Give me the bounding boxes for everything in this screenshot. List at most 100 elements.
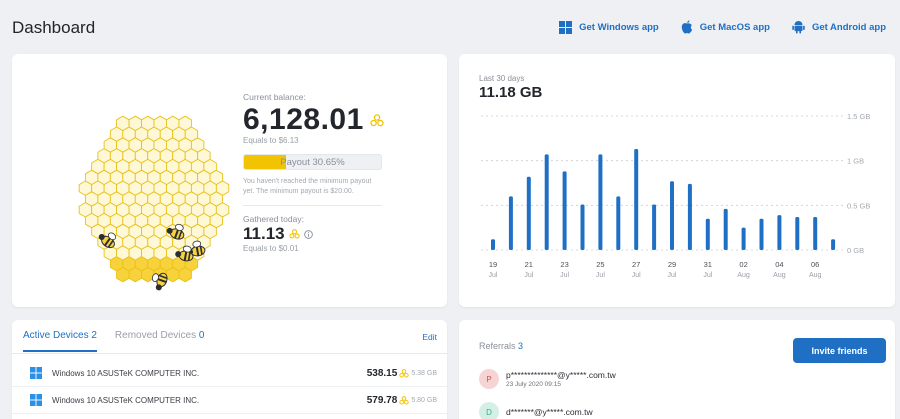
referrals-title-label: Referrals [479,341,516,351]
chart-bar[interactable] [777,215,782,250]
device-name: Windows 10 ASUSTeK COMPUTER INC. [52,395,200,405]
chart-bar[interactable] [616,196,621,250]
x-tick-label: 29 [668,260,676,269]
get-macos-app-label: Get MacOS app [699,21,770,33]
devices-card: Active Devices 2 Removed Devices 0 Edit … [12,320,447,419]
referrals-title: Referrals 3 [479,341,523,351]
device-traffic: 5.80 GB [399,395,437,405]
x-tick-label: 04 [775,260,783,269]
app-download-links: Get Windows app Get MacOS app Get Androi… [559,20,886,34]
x-tick-month-label: Jul [489,272,498,279]
chart-bar[interactable] [759,218,764,250]
tabs-divider [12,353,447,354]
current-balance-equals: Equals to $6.13 [243,136,299,145]
referral-row: D d*******@y*****.com.tw [479,402,593,419]
device-traffic-gb: 5.80 GB [411,396,437,404]
traffic-bar-chart: 1.5 GB 1 GB 0.5 GB 0 GB 19 Jul 21 Jul 23 Jul 25 Jul… [481,112,870,279]
y-tick-label: 0.5 GB [847,201,870,210]
gathered-today-value-row: 11.13 [243,224,403,244]
chart-bar[interactable] [580,204,585,250]
tab-active-devices[interactable]: Active Devices 2 [23,330,97,352]
tab-active-devices-label: Active Devices [23,330,89,341]
tab-removed-devices-count: 0 [198,330,205,341]
referral-info: p**************@y*****.com.tw 23 July 20… [506,370,616,388]
chart-bar[interactable] [544,154,549,250]
get-macos-app-link[interactable]: Get MacOS app [681,20,770,34]
chart-bar[interactable] [741,227,746,250]
x-tick-month-label: Jul [560,272,569,279]
x-tick-month-label: Jul [632,272,641,279]
windows-icon [559,20,573,34]
device-name: Windows 10 ASUSTeK COMPUTER INC. [52,368,200,378]
avatar: D [479,402,499,419]
traffic-chart-card: Last 30 days 11.18 GB 1.5 GB 1 GB 0.5 GB 0 … [459,54,895,307]
chart-bar[interactable] [813,216,818,250]
get-android-app-link[interactable]: Get Android app [792,20,886,34]
info-icon[interactable] [303,229,313,239]
x-tick-month-label: Aug [737,272,750,279]
device-row[interactable]: Windows 10 ASUSTeK COMPUTER INC. 538.15 … [12,360,447,387]
device-traffic-gb: 5.38 GB [411,369,437,377]
balance-divider [243,205,382,206]
referrals-card: Referrals 3 Invite friends P p**********… [459,320,895,419]
chart-bar[interactable] [652,204,657,250]
referral-info: d*******@y*****.com.tw [506,407,593,417]
honeycomb-cell [166,266,180,283]
x-tick-label: 06 [811,260,819,269]
x-tick-label: 23 [560,260,568,269]
chart-bar[interactable] [598,154,603,250]
device-row[interactable]: Windows 10 ASUSTeK COMPUTER INC. 579.78 … [12,387,447,414]
x-tick-label: 02 [739,260,747,269]
chart-bar[interactable] [723,208,728,250]
chart-bar[interactable] [634,149,639,250]
honey-coin-icon [399,395,409,405]
referral-row: P p**************@y*****.com.tw 23 July … [479,369,616,389]
chart-bar[interactable] [491,239,495,250]
payout-progress-label: Payout 30.65% [280,157,345,168]
chart-bar[interactable] [831,239,836,250]
y-tick-label: 0 GB [847,246,864,255]
edit-devices-link[interactable]: Edit [422,332,437,342]
x-tick-label: 31 [704,260,712,269]
tab-removed-devices[interactable]: Removed Devices 0 [115,330,205,352]
minimum-payout-note: You haven't reached the minimum payout y… [243,178,372,195]
honeycomb-cell [116,266,130,283]
current-balance-label: Current balance: [243,92,306,102]
get-windows-app-link[interactable]: Get Windows app [559,20,659,34]
referrals-count: 3 [518,341,524,351]
x-tick-label: 27 [632,260,640,269]
device-earned-value: 579.78 [366,394,398,406]
chart-bar[interactable] [670,181,674,250]
tab-removed-devices-label: Removed Devices [114,330,197,341]
x-tick-month-label: Aug [773,272,786,279]
honey-coin-icon [288,229,300,239]
honeycomb-cell [128,266,142,283]
payout-progress-bar: Payout 30.65% [243,154,382,170]
y-tick-label: 1 GB [847,157,864,166]
chart-bar[interactable] [526,176,531,250]
android-icon [792,21,805,34]
honey-coin-icon [399,368,409,378]
x-tick-month-label: Jul [703,272,712,279]
gathered-today-equals: Equals to $0.01 [243,244,299,253]
chart-bar[interactable] [562,171,567,250]
x-tick-month-label: Aug [809,272,822,279]
y-tick-label: 1.5 GB [847,112,870,121]
tab-active-devices-count: 2 [91,330,97,341]
balance-panel: Current balance: 6,128.01 Equals to $6.1… [243,92,403,253]
get-windows-app-label: Get Windows app [579,21,659,33]
chart-bar[interactable] [795,216,800,250]
chart-bar[interactable] [687,183,692,250]
chart-bar[interactable] [705,218,710,250]
referral-email: d*******@y*****.com.tw [506,407,593,417]
honeycomb-illustration [78,115,230,291]
avatar: P [479,369,499,389]
current-balance-value-row: 6,128.01 [243,103,403,137]
device-traffic: 5.38 GB [399,368,437,378]
devices-tabs: Active Devices 2 Removed Devices 0 [23,330,204,352]
current-balance-value: 6,128.01 [243,103,364,136]
invite-friends-button[interactable]: Invite friends [793,338,886,363]
chart-bar[interactable] [508,196,513,250]
honeycomb-cell [178,266,192,283]
x-tick-month-label: Jul [668,272,677,279]
